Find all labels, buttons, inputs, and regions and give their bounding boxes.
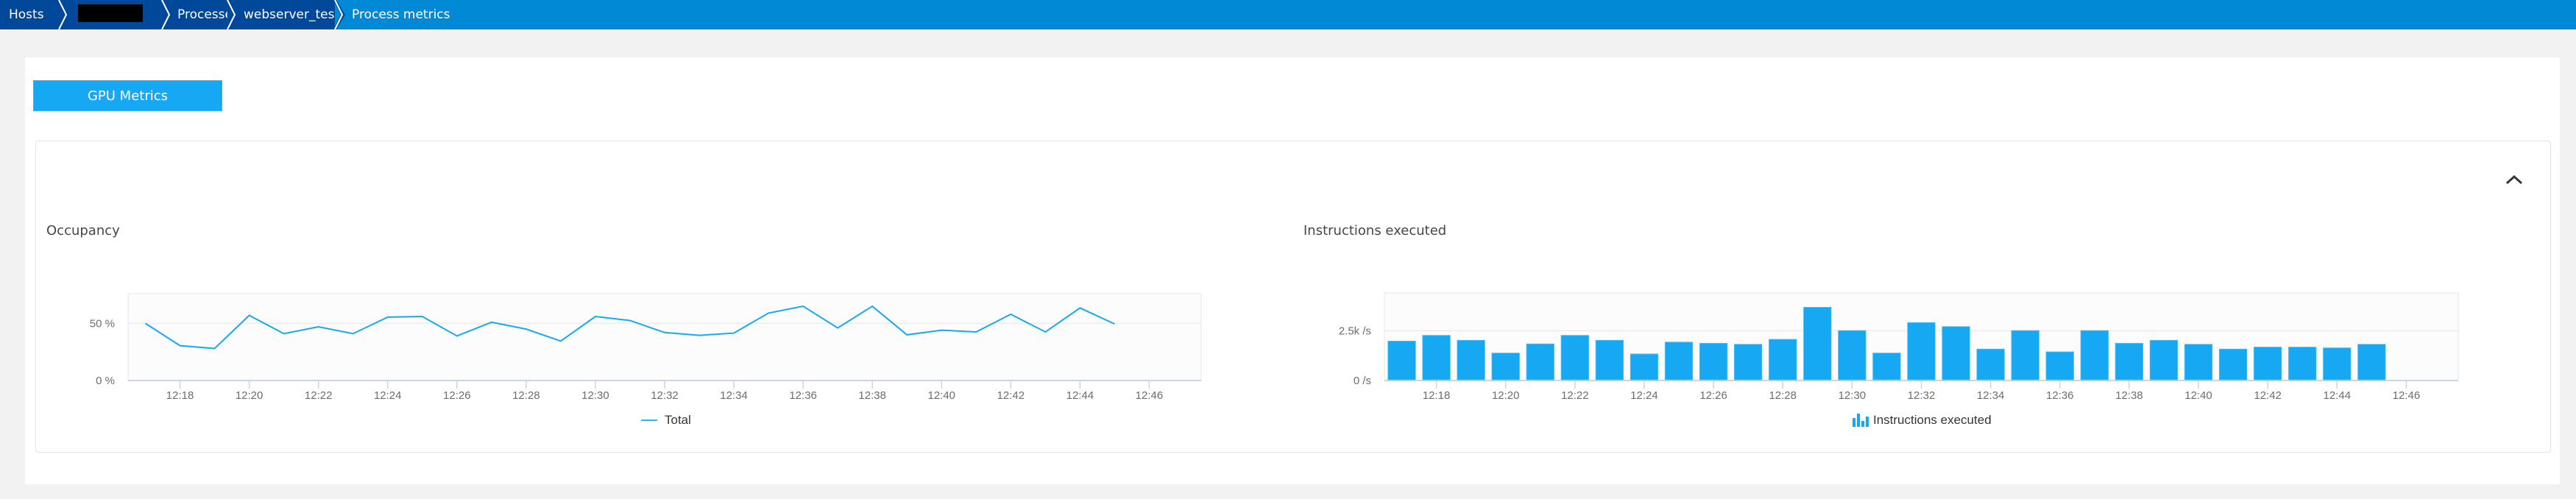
bar: [1976, 348, 2005, 381]
breadcrumb-separator-icon: [226, 0, 238, 29]
x-tick-label: 12:32: [1908, 389, 1936, 402]
bar: [1699, 343, 1728, 381]
x-tick-label: 12:20: [1492, 389, 1520, 402]
bar: [2184, 344, 2213, 381]
x-tick-label: 12:18: [166, 389, 194, 402]
x-tick-label: 12:20: [236, 389, 263, 402]
x-tick-label: 12:38: [858, 389, 886, 402]
plot-area: [127, 293, 1202, 381]
x-tick-label: 12:24: [374, 389, 402, 402]
bar: [1907, 322, 1936, 381]
x-tick-label: 12:40: [927, 389, 955, 402]
bar: [1526, 343, 1554, 381]
bar: [1387, 341, 1416, 381]
x-tick-label: 12:22: [1561, 389, 1589, 402]
y-tick-label: 50 %: [90, 317, 115, 330]
x-tick-label: 12:26: [443, 389, 471, 402]
bar: [1422, 335, 1451, 381]
y-tick-label: 0 %: [96, 375, 115, 387]
x-tick-label: 12:46: [2393, 389, 2421, 402]
bar: [1838, 330, 1866, 381]
bar: [2288, 347, 2317, 381]
bar: [1457, 339, 1485, 381]
x-tick-label: 12:30: [581, 389, 609, 402]
bar: [2080, 330, 2109, 381]
x-tick-label: 12:44: [1066, 389, 1094, 402]
bar: [1664, 341, 1694, 381]
bar: [1560, 335, 1590, 381]
breadcrumb-separator-icon: [57, 0, 69, 29]
occupancy-chart: 0 % 50 % 12:18 12:20 12:22 12:24 12:26 12:28 12:…: [90, 293, 1202, 402]
x-tick-label: 12:28: [1769, 389, 1797, 402]
x-tick-label: 12:30: [1839, 389, 1866, 402]
x-tick-label: 12:36: [789, 389, 817, 402]
bar: [2357, 344, 2386, 381]
bar-series-swatch-icon: [1853, 414, 1869, 427]
bar: [1942, 326, 1970, 381]
x-tick-label: 12:34: [720, 389, 748, 402]
bar: [1630, 353, 1659, 381]
legend-label: Total: [665, 413, 691, 427]
breadcrumb-separator-icon: [333, 0, 345, 29]
x-tick-label: 12:40: [2184, 389, 2212, 402]
bar: [1491, 353, 1520, 381]
x-tick-label: 12:24: [1630, 389, 1658, 402]
bar: [2253, 347, 2282, 381]
x-tick-label: 12:42: [2254, 389, 2282, 402]
instructions-chart: 0 /s 2.5k /s 12:18 12:20 12:22 12:24 12:26 12:2…: [1339, 292, 2459, 402]
bar: [2218, 348, 2248, 381]
bar: [2323, 347, 2352, 381]
line-series-swatch-icon: [641, 420, 657, 421]
bar: [2011, 330, 2039, 381]
bar: [1734, 344, 1763, 381]
x-tick-label: 12:36: [2046, 389, 2074, 402]
breadcrumb-separator-icon: [160, 0, 172, 29]
x-tick-label: 12:34: [1977, 389, 2005, 402]
y-tick-label: 2.5k /s: [1339, 325, 1371, 337]
bar: [1872, 353, 1901, 381]
x-tick-label: 12:26: [1699, 389, 1727, 402]
y-tick-label: 0 /s: [1354, 375, 1371, 387]
x-tick-label: 12:18: [1423, 389, 1451, 402]
instructions-legend[interactable]: Instructions executed: [1853, 413, 1992, 428]
bar: [2045, 351, 2074, 381]
x-tick-label: 12:42: [997, 389, 1025, 402]
bar: [1769, 339, 1797, 381]
occupancy-legend[interactable]: Total: [641, 413, 691, 428]
x-tick-label: 12:44: [2324, 389, 2352, 402]
bar: [1803, 307, 1832, 381]
x-tick-label: 12:22: [305, 389, 333, 402]
x-tick-label: 12:38: [2115, 389, 2143, 402]
bar: [1595, 339, 1624, 381]
x-tick-label: 12:28: [512, 389, 540, 402]
charts-canvas: 0 % 50 % 12:18 12:20 12:22 12:24 12:26 12:28 12:…: [90, 292, 2459, 402]
legend-label: Instructions executed: [1873, 413, 1992, 427]
x-tick-label: 12:32: [651, 389, 679, 402]
bar: [2115, 343, 2144, 381]
x-tick-label: 12:46: [1136, 389, 1164, 402]
bar: [2149, 339, 2179, 381]
